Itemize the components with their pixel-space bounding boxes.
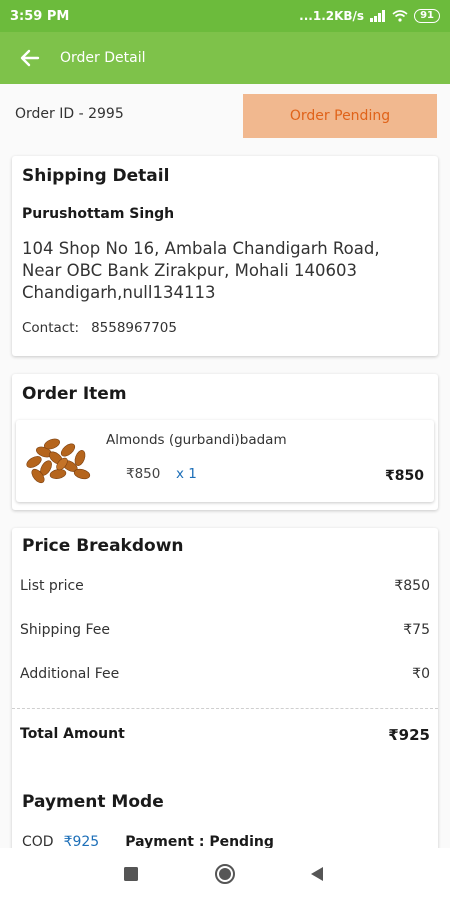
shipping-fee-label: Shipping Fee [20,622,111,638]
back-nav-button[interactable] [305,862,329,886]
price-breakdown-title: Price Breakdown [22,536,184,556]
shipping-fee-value: ₹75 [403,622,430,638]
shipping-fee-row: Shipping Fee ₹75 [20,622,430,638]
order-item-row[interactable]: Almonds (gurbandi)badam ₹850 x 1 ₹850 [16,420,434,502]
product-quantity: x 1 [176,466,197,482]
almonds-image [26,438,91,484]
shipping-detail-title: Shipping Detail [22,166,170,186]
order-item-title: Order Item [22,384,127,404]
additional-fee-row: Additional Fee ₹0 [20,666,430,682]
contact-phone[interactable]: 8558967705 [91,320,177,336]
shipping-address: 104 Shop No 16, Ambala Chandigarh Road, … [22,238,432,304]
wifi-icon [392,10,408,22]
payment-status: Payment : Pending [125,834,274,848]
additional-fee-label: Additional Fee [20,666,120,682]
shipping-detail-card: Shipping Detail Purushottam Singh 104 Sh… [12,156,438,356]
list-price-value: ₹850 [394,578,430,594]
contact-label: Contact: [22,320,80,336]
total-amount-label: Total Amount [20,726,125,742]
status-indicators: ...1.2KB/s 91 [299,9,440,23]
order-status-button[interactable]: Order Pending [243,94,437,138]
home-button[interactable] [213,862,237,886]
circle-icon [215,864,235,884]
status-bar: 3:59 PM ...1.2KB/s 91 [0,0,450,32]
network-speed: ...1.2KB/s [299,9,365,23]
total-amount-value: ₹925 [388,726,430,744]
divider [12,708,438,709]
page-title: Order Detail [60,50,146,66]
battery-icon: 91 [414,9,440,23]
order-header: Order ID - 2995 Order Pending [15,94,437,138]
list-price-label: List price [20,578,84,594]
address-line: 104 Shop No 16, Ambala Chandigarh Road, [22,239,380,258]
contact-row: Contact: 8558967705 [22,320,177,336]
triangle-back-icon [311,867,323,881]
list-price-row: List price ₹850 [20,578,430,594]
arrow-left-icon [20,49,40,67]
additional-fee-value: ₹0 [412,666,430,682]
price-breakdown-card: Price Breakdown List price ₹850 Shipping… [12,528,438,848]
signal-icon [370,10,386,22]
address-line: Near OBC Bank Zirakpur, Mohali 140603 [22,261,357,280]
payment-mode-title: Payment Mode [22,792,164,812]
status-time: 3:59 PM [10,8,70,24]
product-name: Almonds (gurbandi)badam [106,432,287,448]
recent-apps-button[interactable] [119,862,143,886]
payment-amount: ₹925 [63,834,100,848]
total-amount-row: Total Amount ₹925 [20,726,430,744]
product-total: ₹850 [385,468,424,484]
order-detail-content[interactable]: Order ID - 2995 Order Pending Shipping D… [0,84,450,848]
square-icon [124,867,138,881]
back-button[interactable] [0,32,60,84]
order-item-card: Order Item Almonds (gurbandi)badam ₹850 … [12,374,438,510]
app-bar: Order Detail [0,32,450,84]
payment-method: COD [22,834,54,848]
product-price: ₹850 [126,466,161,482]
payment-mode-row: COD ₹925 Payment : Pending [22,834,274,848]
system-nav-bar [0,848,450,900]
customer-name: Purushottam Singh [22,206,175,222]
order-id: Order ID - 2995 [15,106,124,122]
address-line: Chandigarh,null134113 [22,283,216,302]
